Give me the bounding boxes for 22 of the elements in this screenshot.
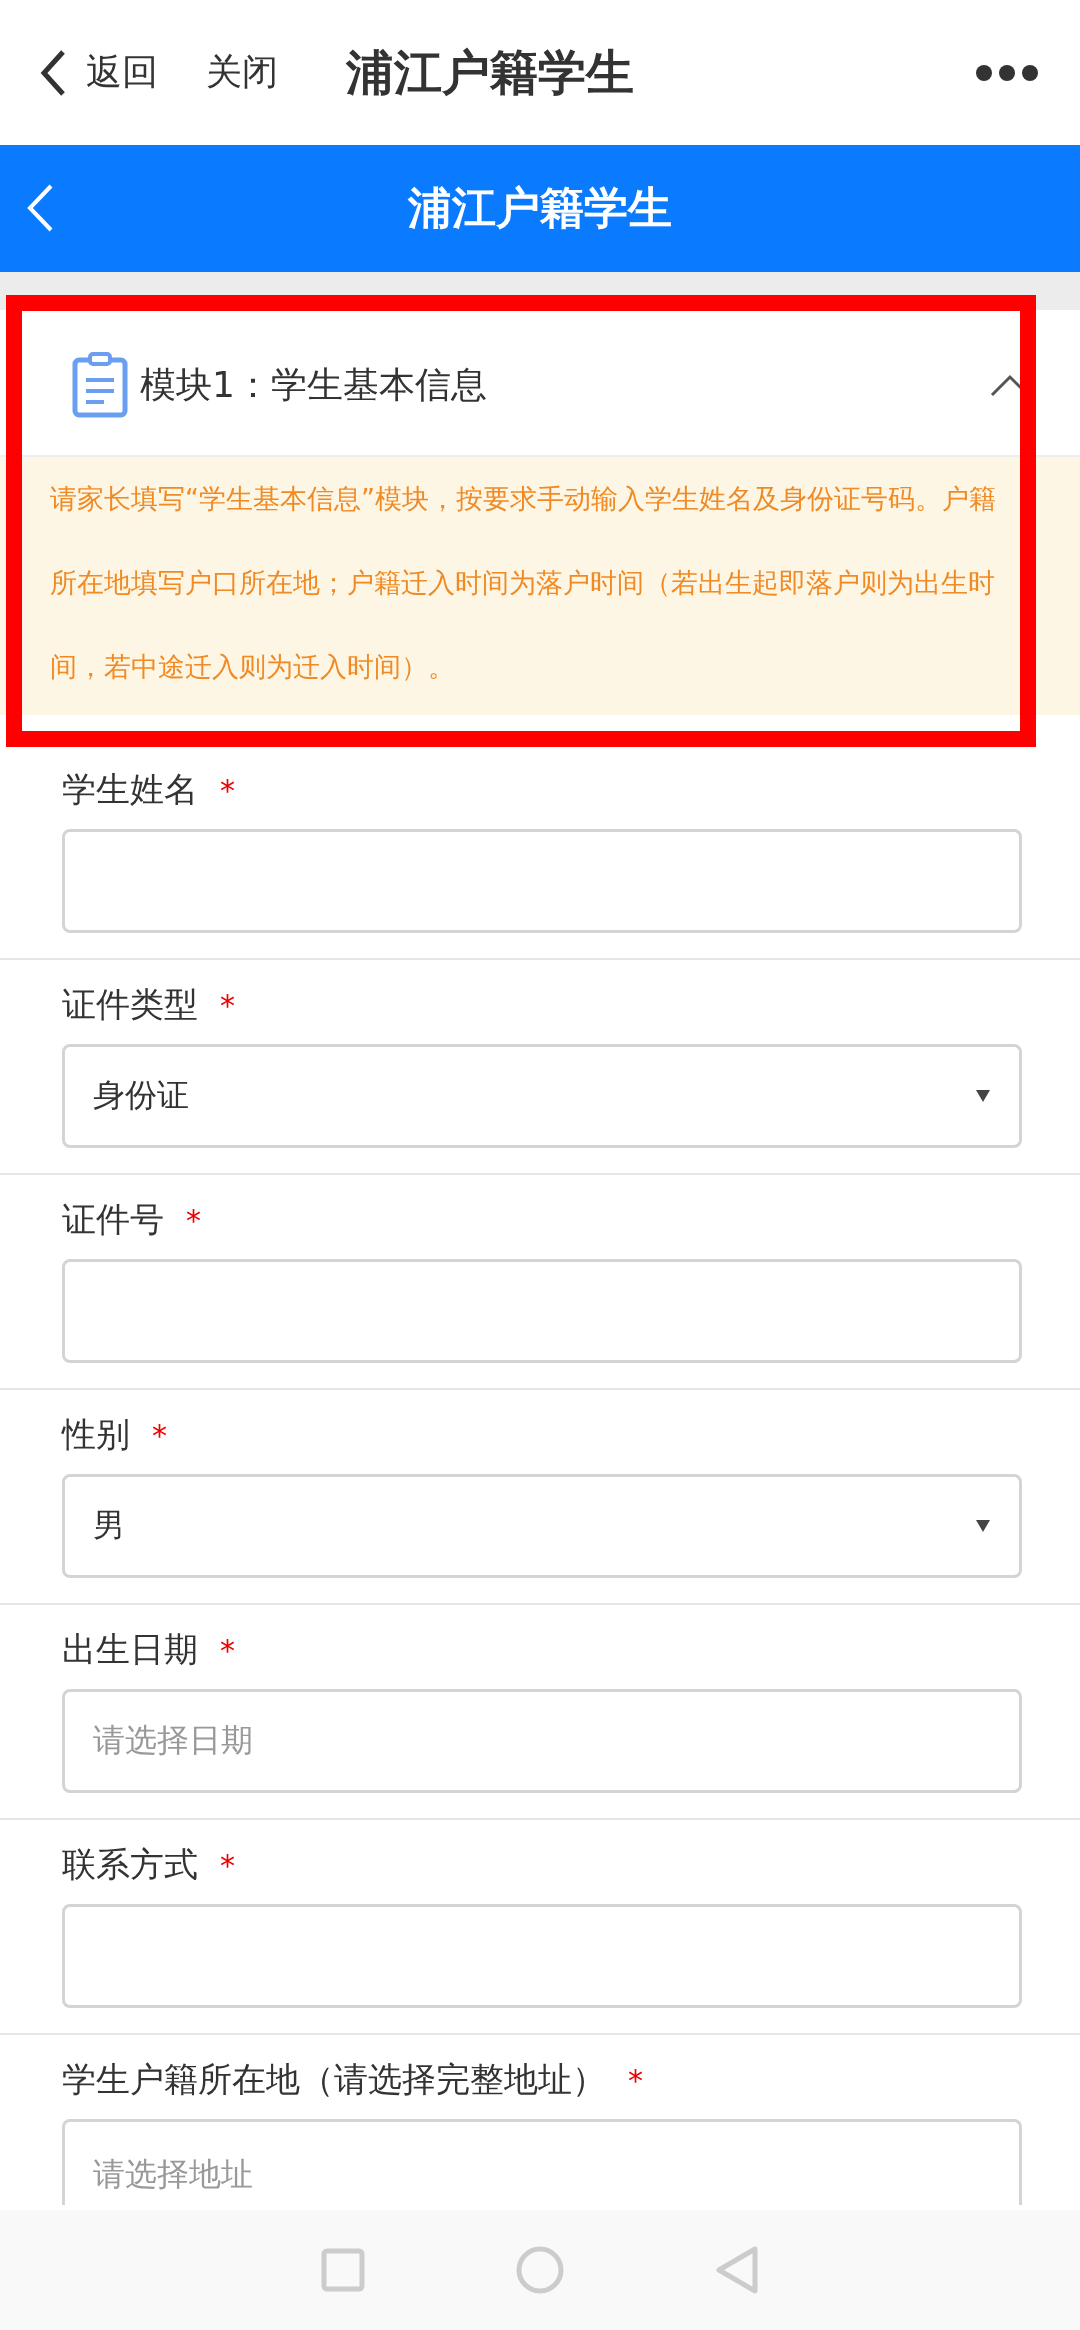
select-field[interactable]: 男 [62,1474,1022,1578]
close-button[interactable]: 关闭 [206,48,278,97]
select-field[interactable]: 身份证 [62,1044,1022,1148]
required-mark: * [186,1202,201,1238]
field-label: 学生户籍所在地（请选择完整地址） [62,2058,606,2101]
required-mark: * [220,1847,235,1883]
field-label: 证件类型 [62,983,198,1026]
field-label: 证件号 [62,1198,164,1241]
field-label: 联系方式 [62,1843,198,1886]
header-title: 浦江户籍学生 [408,181,672,235]
field-label: 性别 [62,1413,130,1456]
page-title: 浦江户籍学生 [346,42,635,102]
required-mark: * [220,772,235,808]
required-mark: * [152,1417,167,1453]
required-mark: * [220,1632,235,1668]
required-mark: * [220,987,235,1023]
back-button[interactable]: 返回 [40,48,158,97]
module-title: 模块1：学生基本信息 [140,362,488,407]
field-label: 出生日期 [62,1628,198,1671]
notice-text: 请家长填写“学生基本信息”模块，按要求手动输入学生姓名及身份证号码。户籍所在地填写户口所在地；户籍迁入时间为落户时间（若出生起即落户则为出生时间，若中途迁入则为迁入时间）。 [0,457,1080,715]
required-mark: * [628,2062,643,2098]
field-label: 学生姓名 [62,768,198,811]
